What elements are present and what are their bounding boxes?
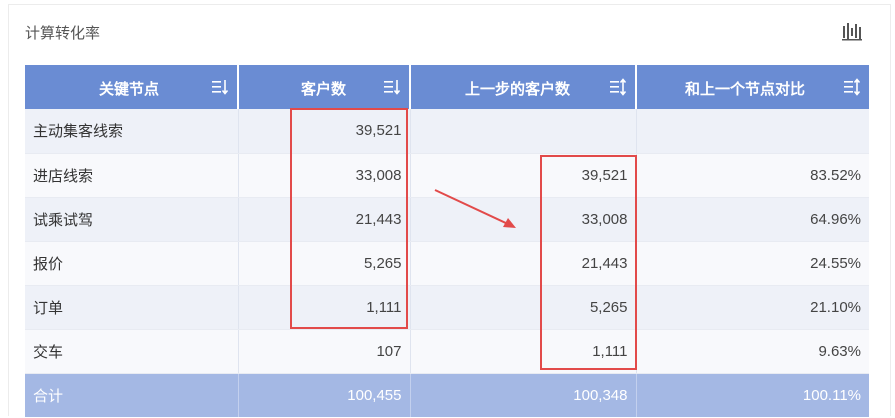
table-row: 交车 107 1,111 9.63% xyxy=(25,329,869,374)
total-label: 合计 xyxy=(25,373,239,417)
card-title: 计算转化率 xyxy=(25,25,101,42)
table-row: 报价 5,265 21,443 24.55% xyxy=(25,241,869,286)
cell-node: 主动集客线索 xyxy=(25,109,239,154)
cell-node: 报价 xyxy=(25,241,239,286)
cell-node: 试乘试驾 xyxy=(25,197,239,242)
total-row: 合计 100,455 100,348 100.11% xyxy=(25,373,869,417)
red-arrow-annotation xyxy=(434,189,516,228)
cell-ratio: 83.52% xyxy=(636,153,869,198)
total-ratio: 100.11% xyxy=(636,373,869,417)
header-label: 关键节点 xyxy=(99,81,160,98)
cell-node: 交车 xyxy=(25,329,239,374)
cell-ratio: 9.63% xyxy=(636,329,869,374)
cell-prev-customers xyxy=(410,109,637,154)
header-ratio[interactable]: 和上一个节点对比 xyxy=(636,65,869,109)
table-row: 主动集客线索 39,521 xyxy=(25,109,869,154)
cell-ratio xyxy=(636,109,869,154)
bar-chart-icon[interactable] xyxy=(842,22,862,42)
sort-icon[interactable] xyxy=(211,78,229,96)
table-row: 订单 1,111 5,265 21.10% xyxy=(25,285,869,330)
cell-node: 进店线索 xyxy=(25,153,239,198)
total-prev-customers: 100,348 xyxy=(410,373,637,417)
cell-customers: 107 xyxy=(238,329,411,374)
sort-icon[interactable] xyxy=(843,78,861,96)
sort-icon[interactable] xyxy=(609,78,627,96)
header-key-node[interactable]: 关键节点 xyxy=(25,65,239,109)
header-row: 关键节点 客户数 上一步的客户数 和上一个节点对比 xyxy=(25,65,869,109)
cell-ratio: 64.96% xyxy=(636,197,869,242)
cell-ratio: 21.10% xyxy=(636,285,869,330)
header-label: 和上一个节点对比 xyxy=(685,81,806,98)
sort-icon[interactable] xyxy=(383,78,401,96)
header-customers[interactable]: 客户数 xyxy=(238,65,411,109)
conversion-table: 关键节点 客户数 上一步的客户数 和上一个节点对比 主动集客线索 39,521 … xyxy=(25,65,869,417)
highlight-box-prev-customers xyxy=(540,155,637,370)
header-prev-customers[interactable]: 上一步的客户数 xyxy=(410,65,637,109)
header-label: 客户数 xyxy=(301,81,347,98)
cell-ratio: 24.55% xyxy=(636,241,869,286)
header-label: 上一步的客户数 xyxy=(465,81,571,98)
highlight-box-customers xyxy=(290,108,408,329)
total-customers: 100,455 xyxy=(238,373,411,417)
cell-node: 订单 xyxy=(25,285,239,330)
